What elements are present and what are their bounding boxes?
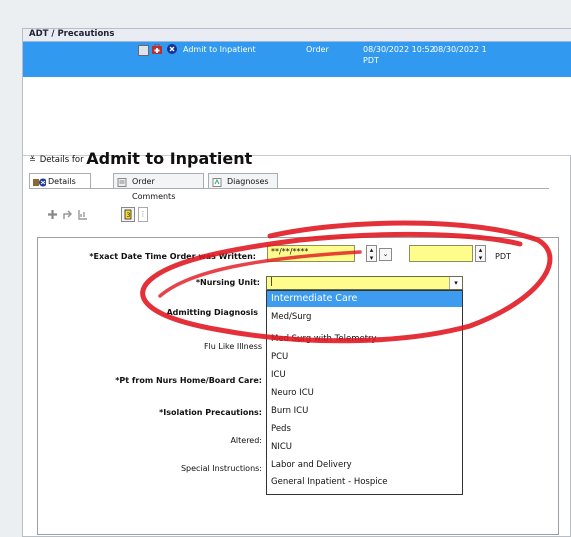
dropdown-option[interactable]: ICU [267, 367, 462, 383]
time-spinner[interactable]: ▴ ▾ [475, 245, 486, 262]
reference-icon-button[interactable]: 3 [121, 207, 135, 222]
split-icon[interactable] [62, 209, 73, 220]
dropdown-option[interactable]: Med Surg with Telemetry [267, 331, 462, 347]
details-order-name: Admit to Inpatient [86, 149, 253, 168]
isolation-precautions-label: *Isolation Precautions: [159, 408, 262, 417]
dropdown-option[interactable]: Labor and Delivery [267, 457, 462, 473]
order-type: Order [306, 45, 329, 54]
pt-from-nursing-home-label: *Pt from Nurs Home/Board Care: [115, 376, 262, 385]
date-written-label: *Exact Date Time Order was Written: [89, 252, 256, 261]
time-written-field[interactable] [409, 245, 473, 262]
tab-divider [29, 188, 549, 189]
order-status-icon [167, 44, 177, 54]
details-prefix: Details for [39, 155, 84, 165]
admitting-diagnosis-label: Admitting Diagnosis [166, 308, 258, 317]
dropdown-option[interactable]: Burn ICU [267, 403, 462, 419]
order-datetime-2: 08/30/2022 1 [433, 45, 487, 54]
section-header[interactable]: ADT / Precautions [23, 29, 571, 42]
details-tab-icon [33, 177, 47, 187]
chevron-down-icon[interactable]: ▾ [449, 277, 462, 289]
tab-diagnoses[interactable]: Diagnoses [208, 173, 278, 188]
order-timezone: PDT [363, 56, 379, 65]
nursing-unit-dropdown: Intermediate Care Med/Surg Med Surg with… [266, 290, 463, 495]
dropdown-option[interactable]: Med/Surg [267, 309, 462, 325]
tab-order-comments-label: Order Comments [132, 177, 176, 201]
dropdown-option[interactable]: PCU [267, 349, 462, 365]
details-title: ≚ Details for Admit to Inpatient [29, 149, 252, 168]
more-options-button[interactable]: ⋮ [138, 207, 148, 222]
tab-order-comments[interactable]: Order Comments [113, 173, 204, 201]
medical-bag-icon [152, 43, 162, 54]
altered-label: Altered: [230, 436, 262, 445]
timezone-label: PDT [495, 252, 511, 261]
comments-icon [117, 177, 128, 187]
svg-text:3: 3 [127, 212, 131, 219]
add-icon[interactable] [47, 209, 58, 220]
collapse-icon[interactable]: ≚ [29, 155, 37, 164]
order-row-selected[interactable]: Admit to Inpatient Order 08/30/2022 10:5… [23, 42, 571, 77]
nursing-unit-value: | [270, 277, 274, 287]
diagnoses-icon [212, 177, 223, 187]
nursing-unit-select[interactable]: | ▾ [266, 276, 463, 290]
order-name: Admit to Inpatient [183, 45, 256, 54]
tab-details[interactable]: Details [29, 173, 91, 189]
dropdown-option[interactable]: General Inpatient - Hospice [267, 474, 462, 490]
section-title: ADT / Precautions [29, 29, 115, 39]
tab-diagnoses-label: Diagnoses [227, 177, 269, 186]
special-instructions-label: Special Instructions: [180, 464, 262, 473]
date-written-value: **/**/**** [271, 247, 309, 256]
nursing-unit-label: *Nursing Unit: [195, 278, 260, 287]
date-spinner[interactable]: ▴ ▾ [366, 245, 377, 262]
order-list-area [23, 77, 571, 156]
dropdown-option[interactable]: Peds [267, 421, 462, 437]
order-datetime: 08/30/2022 10:52 [363, 45, 435, 54]
dropdown-option[interactable]: NICU [267, 439, 462, 455]
flu-like-illness-label: Flu Like Illness [203, 342, 262, 351]
date-dropdown-button[interactable]: ⌄ [379, 248, 392, 261]
tab-details-label: Details [48, 177, 76, 186]
dropdown-option-selected[interactable]: Intermediate Care [267, 291, 462, 307]
graph-icon[interactable] [77, 209, 88, 220]
order-icon-box [138, 45, 149, 56]
date-written-field[interactable]: **/**/**** [267, 245, 355, 262]
dropdown-option[interactable]: Neuro ICU [267, 385, 462, 401]
